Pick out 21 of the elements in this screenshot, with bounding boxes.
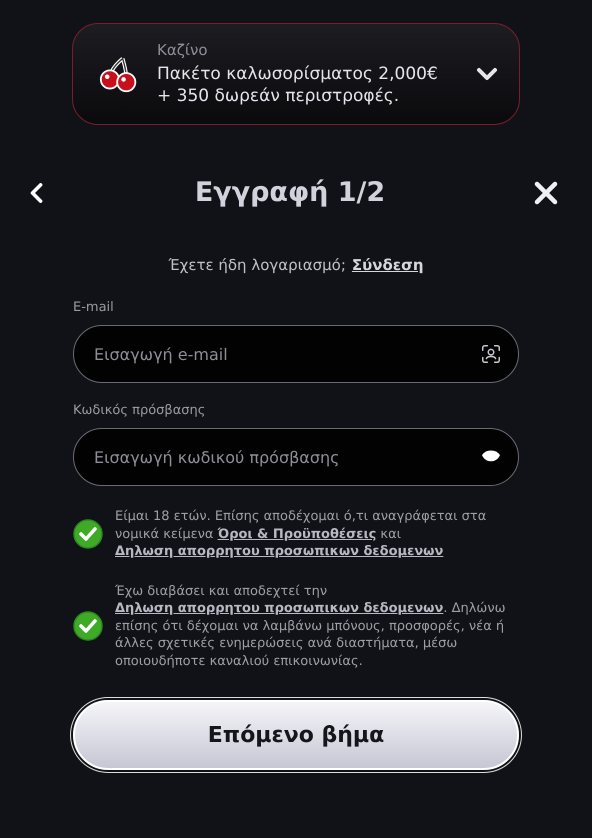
legal-link[interactable]: Δηλωση απορρητου προσωπικων δεδομενων	[115, 601, 444, 616]
close-icon[interactable]	[534, 180, 558, 204]
email-field[interactable]: Εισαγωγή e-mail	[73, 325, 519, 383]
next-step-button[interactable]: Επόμενο βήμα	[73, 700, 519, 770]
field-label: Κωδικός πρόσβασης	[73, 403, 206, 418]
cherries-icon	[99, 55, 139, 93]
legal-link[interactable]: Δηλωση απορρητου προσωπικων δεδομενων	[115, 544, 444, 559]
password-field[interactable]: Εισαγωγή κωδικού πρόσβασης	[73, 428, 519, 486]
page-title: Εγγραφή 1/2	[194, 177, 386, 208]
promo-card[interactable]: Καζίνο Πακέτο καλωσορίσματος 2,000€ + 350 δωρεάν περιστροφές.	[72, 23, 520, 125]
promo-category: Καζίνο	[157, 41, 209, 59]
consent-text: Έχω διαβάσει και αποδεχτεί την Δηλωση απορρητου προσωπικων δεδομενων. Δηλώνω επίσης ότι δέχομαι να λαμβάνω μπόνους, προσφορές, νέα ή άλλες σχετικές ενημερώσεις ανά διαστήματα, μέσω οποιουδήποτε καναλιού επικοινωνίας.	[115, 582, 506, 670]
person-scan-icon[interactable]	[480, 343, 502, 365]
legal-link[interactable]: Όροι & Προϋποθέσεις	[218, 526, 376, 542]
checkbox[interactable]	[73, 519, 103, 550]
field-label: E-mail	[73, 300, 115, 315]
promo-title: Πακέτο καλωσορίσματος 2,000€ + 350 δωρεάν περιστροφές.	[157, 63, 439, 107]
checkbox[interactable]	[73, 611, 103, 642]
consent-text: Είμαι 18 ετών. Επίσης αποδέχομαι ό,τι αναγράφεται στα νομικά κείμενα Όροι & Προϋποθέσεις και Δηλωση απορρητου προσωπικων δεδομενων	[115, 508, 488, 560]
login-prompt: Έχετε ήδη λογαριασμό;	[168, 256, 346, 274]
login-link[interactable]: Σύνδεση	[352, 256, 424, 274]
